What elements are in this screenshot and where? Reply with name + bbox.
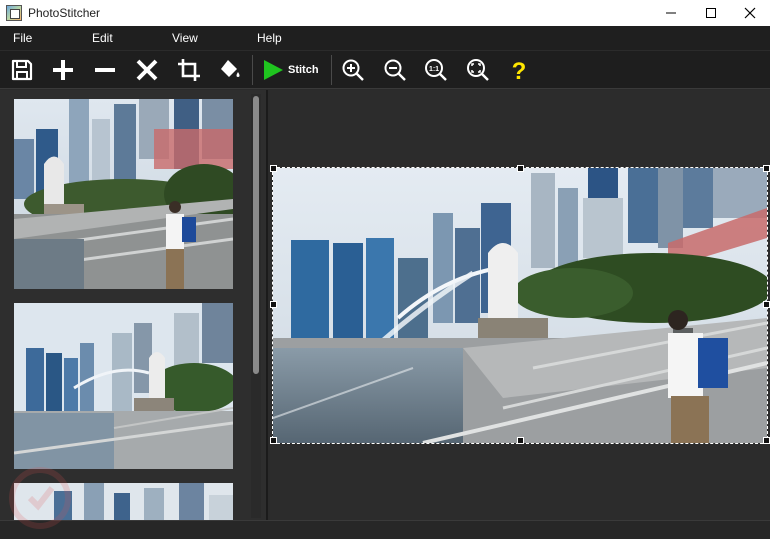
zoom-fit-icon <box>467 59 489 81</box>
crop-icon <box>178 59 200 81</box>
zoom-in-button[interactable] <box>338 55 368 85</box>
maximize-icon <box>706 8 716 18</box>
plus-icon <box>53 60 73 80</box>
zoom-fit-button[interactable] <box>463 55 493 85</box>
status-bar <box>0 520 770 539</box>
title-bar: PhotoStitcher <box>0 0 770 26</box>
save-button[interactable] <box>7 55 37 85</box>
zoom-out-icon <box>384 59 406 81</box>
merlion-photo-3 <box>14 483 233 520</box>
toolbar-separator <box>252 55 253 85</box>
close-icon <box>744 7 756 19</box>
toolbar: Stitch 1:1 ? <box>0 51 770 89</box>
add-image-button[interactable] <box>48 55 78 85</box>
merlion-photo-2 <box>14 303 233 469</box>
menu-file[interactable]: File <box>13 31 32 45</box>
help-icon: ? <box>512 58 527 82</box>
delete-x-icon <box>136 59 158 81</box>
zoom-out-button[interactable] <box>380 55 410 85</box>
stitch-button[interactable]: Stitch <box>258 55 328 85</box>
save-icon <box>11 59 33 81</box>
window-title: PhotoStitcher <box>28 6 101 20</box>
merlion-panorama <box>273 168 767 443</box>
app-logo-icon <box>6 5 22 21</box>
play-icon <box>264 60 283 80</box>
thumbnail-image[interactable] <box>14 303 233 469</box>
minimize-button[interactable] <box>650 0 692 26</box>
maximize-button[interactable] <box>690 0 732 26</box>
resize-handle[interactable] <box>517 437 524 444</box>
menu-view[interactable]: View <box>172 31 198 45</box>
menu-bar: File Edit View Help <box>0 26 770 50</box>
resize-handle[interactable] <box>270 437 277 444</box>
resize-handle[interactable] <box>270 301 277 308</box>
resize-handle[interactable] <box>763 165 770 172</box>
zoom-actual-label: 1:1 <box>429 66 439 73</box>
stitch-label: Stitch <box>288 64 319 76</box>
close-button[interactable] <box>729 0 770 26</box>
zoom-actual-icon: 1:1 <box>425 59 447 81</box>
resize-handle[interactable] <box>270 165 277 172</box>
help-button[interactable]: ? <box>504 55 534 85</box>
menu-help[interactable]: Help <box>257 31 282 45</box>
resize-handle[interactable] <box>517 165 524 172</box>
thumbnail-image[interactable] <box>14 483 233 520</box>
thumbnail-scrollbar-thumb[interactable] <box>253 96 259 374</box>
toolbar-separator <box>331 55 332 85</box>
menu-edit[interactable]: Edit <box>92 31 113 45</box>
clear-all-button[interactable] <box>132 55 162 85</box>
zoom-in-icon <box>342 59 364 81</box>
zoom-actual-size-button[interactable]: 1:1 <box>421 55 451 85</box>
paint-bucket-icon <box>221 60 240 77</box>
photostitcher-window: PhotoStitcher File Edit View Help Stitch… <box>0 0 770 539</box>
minus-icon <box>95 68 115 72</box>
resize-handle[interactable] <box>763 437 770 444</box>
remove-image-button[interactable] <box>90 55 120 85</box>
minimize-icon <box>666 12 676 14</box>
fill-color-button[interactable] <box>215 55 245 85</box>
thumbnail-image[interactable] <box>14 99 233 289</box>
crop-button[interactable] <box>174 55 204 85</box>
resize-handle[interactable] <box>763 301 770 308</box>
stitched-preview[interactable] <box>272 167 768 444</box>
preview-canvas[interactable] <box>270 90 770 520</box>
help-label: ? <box>512 58 527 82</box>
thumbnail-panel <box>0 90 268 520</box>
merlion-photo-1 <box>14 99 233 289</box>
